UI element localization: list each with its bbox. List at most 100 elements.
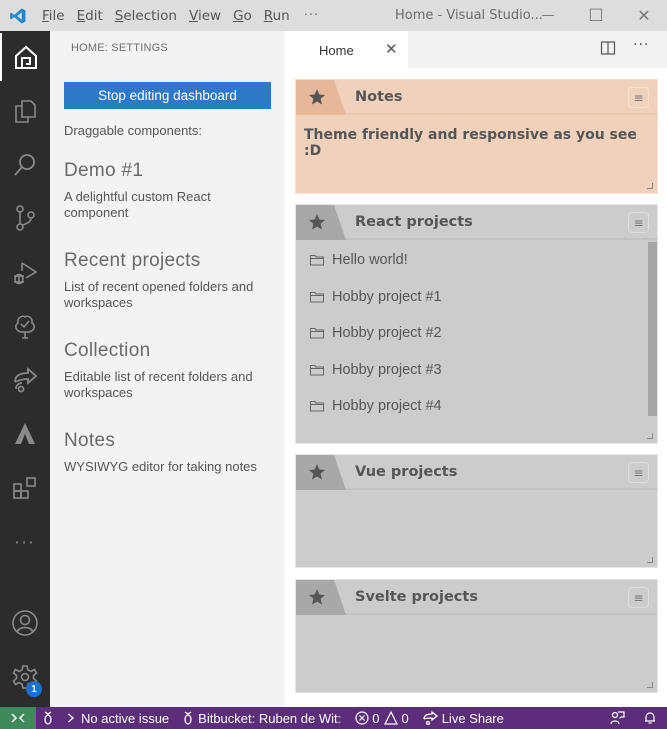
tab-close-icon[interactable]: ✕ xyxy=(385,40,398,58)
source-control-icon xyxy=(16,205,35,231)
component-description: Editable list of recent folders and work… xyxy=(64,369,253,400)
menu-view[interactable]: View xyxy=(183,8,227,24)
activity-explorer[interactable] xyxy=(0,87,50,135)
activity-extensions[interactable] xyxy=(0,464,50,512)
run-debug-icon xyxy=(14,262,38,285)
resize-handle-icon[interactable] xyxy=(647,682,653,688)
star-icon[interactable] xyxy=(296,580,346,615)
activity-tree[interactable] xyxy=(0,302,50,350)
component-title: Notes xyxy=(64,430,116,451)
note-content[interactable]: Theme friendly and responsive as you see… xyxy=(304,127,657,159)
account-icon xyxy=(12,610,38,636)
star-icon[interactable] xyxy=(296,80,346,115)
widget-vue-projects[interactable]: Vue projects ≡ xyxy=(295,454,658,568)
close-icon: ✕ xyxy=(637,6,651,25)
widget-title: React projects xyxy=(355,214,473,230)
remote-indicator[interactable] xyxy=(0,707,36,729)
stop-editing-button[interactable]: Stop editing dashboard xyxy=(64,82,271,109)
live-share-status[interactable]: Live Share xyxy=(416,711,511,726)
resize-handle-icon[interactable] xyxy=(647,557,653,563)
minimize-button[interactable]: — xyxy=(524,0,572,31)
problems-status[interactable]: 0 0 xyxy=(348,711,415,726)
project-item[interactable]: Hobby project #2 xyxy=(296,315,649,352)
active-issue[interactable]: No active issue xyxy=(60,711,176,726)
menu-file[interactable]: File xyxy=(36,8,71,24)
widget-notes[interactable]: Notes ≡ Theme friendly and responsive as… xyxy=(295,79,658,194)
maximize-button[interactable]: ☐ xyxy=(572,0,620,31)
project-item[interactable]: Hobby project #1 xyxy=(296,279,649,316)
widget-title: Svelte projects xyxy=(355,589,478,605)
folder-icon xyxy=(310,255,324,266)
sidebar-title: HOME: SETTINGS xyxy=(71,42,168,54)
activity-manage[interactable]: 1 xyxy=(0,653,50,701)
window-title: Home - Visual Studio... xyxy=(395,8,543,23)
issue-icon-button[interactable] xyxy=(36,711,60,725)
activity-run-debug[interactable] xyxy=(0,248,50,296)
bell-icon[interactable] xyxy=(643,711,657,725)
widget-menu-icon[interactable]: ≡ xyxy=(628,87,649,108)
component-description: List of recent opened folders and worksp… xyxy=(64,279,254,310)
search-icon xyxy=(14,154,35,176)
more-actions-icon[interactable]: ··· xyxy=(633,37,649,53)
tree-icon xyxy=(15,315,35,339)
component-description: WYSIWYG editor for taking notes xyxy=(64,459,257,474)
extensions-icon xyxy=(13,477,36,499)
vscode-logo-icon xyxy=(0,0,36,31)
widget-react-projects[interactable]: React projects ≡ Hello world! Hobby proj… xyxy=(295,204,658,444)
project-item[interactable]: Hello world! xyxy=(296,242,649,279)
remote-icon xyxy=(11,713,25,723)
error-icon xyxy=(355,711,369,725)
activity-accounts[interactable] xyxy=(0,599,50,647)
widget-menu-icon[interactable]: ≡ xyxy=(628,462,649,483)
menu-run[interactable]: Run xyxy=(258,8,296,24)
widget-header[interactable]: Notes ≡ xyxy=(296,80,657,115)
activity-atlassian[interactable] xyxy=(0,410,50,458)
warning-icon xyxy=(384,711,399,725)
widget-header[interactable]: Vue projects ≡ xyxy=(296,455,657,490)
draggable-component-notes[interactable]: Notes WYSIWYG editor for taking notes xyxy=(64,430,274,475)
widget-menu-icon[interactable]: ≡ xyxy=(628,587,649,608)
widget-svelte-projects[interactable]: Svelte projects ≡ xyxy=(295,579,658,693)
tab-home[interactable]: Home ✕ xyxy=(285,31,408,68)
widget-header[interactable]: React projects ≡ xyxy=(296,205,657,240)
resize-handle-icon[interactable] xyxy=(647,183,653,189)
folder-icon xyxy=(310,291,324,303)
menu-selection[interactable]: Selection xyxy=(109,8,183,24)
project-item[interactable]: Hobby project #4 xyxy=(296,388,649,425)
draggable-component-recent-projects[interactable]: Recent projects List of recent opened fo… xyxy=(64,250,274,311)
split-editor-icon[interactable] xyxy=(600,40,616,56)
draggable-component-demo[interactable]: Demo #1 A delightful custom React compon… xyxy=(64,160,274,221)
widget-title: Notes xyxy=(355,89,403,105)
widget-header[interactable]: Svelte projects ≡ xyxy=(296,580,657,615)
resize-handle-icon[interactable] xyxy=(647,433,653,439)
activity-source-control[interactable] xyxy=(0,194,50,242)
menu-more-button[interactable]: ··· xyxy=(296,8,327,23)
activity-search[interactable] xyxy=(0,141,50,189)
widget-title: Vue projects xyxy=(355,464,458,480)
settings-badge: 1 xyxy=(26,681,42,697)
scrollbar[interactable] xyxy=(648,242,657,416)
folder-icon xyxy=(310,328,324,339)
explorer-icon xyxy=(15,100,36,123)
more-icon: ··· xyxy=(14,532,36,552)
bitbucket-icon xyxy=(184,711,192,725)
minimize-icon: — xyxy=(541,8,555,23)
bitbucket-status[interactable]: Bitbucket: Ruben de Wit: xyxy=(176,711,348,726)
widget-menu-icon[interactable]: ≡ xyxy=(628,212,649,233)
close-window-button[interactable]: ✕ xyxy=(620,0,667,31)
atlassian-icon xyxy=(15,423,35,444)
menu-go[interactable]: Go xyxy=(227,8,258,24)
star-icon[interactable] xyxy=(296,205,346,240)
activity-live-share[interactable] xyxy=(0,356,50,404)
activity-more[interactable]: ··· xyxy=(0,518,50,566)
status-bar-right xyxy=(610,707,657,729)
component-title: Recent projects xyxy=(64,250,201,271)
draggable-label: Draggable components: xyxy=(64,123,203,138)
folder-icon xyxy=(310,401,324,412)
activity-home[interactable] xyxy=(0,33,50,81)
project-item[interactable]: Hobby project #3 xyxy=(296,352,649,389)
star-icon[interactable] xyxy=(296,455,346,490)
menu-edit[interactable]: Edit xyxy=(71,8,109,24)
draggable-component-collection[interactable]: Collection Editable list of recent folde… xyxy=(64,340,274,401)
feedback-icon[interactable] xyxy=(610,711,625,725)
